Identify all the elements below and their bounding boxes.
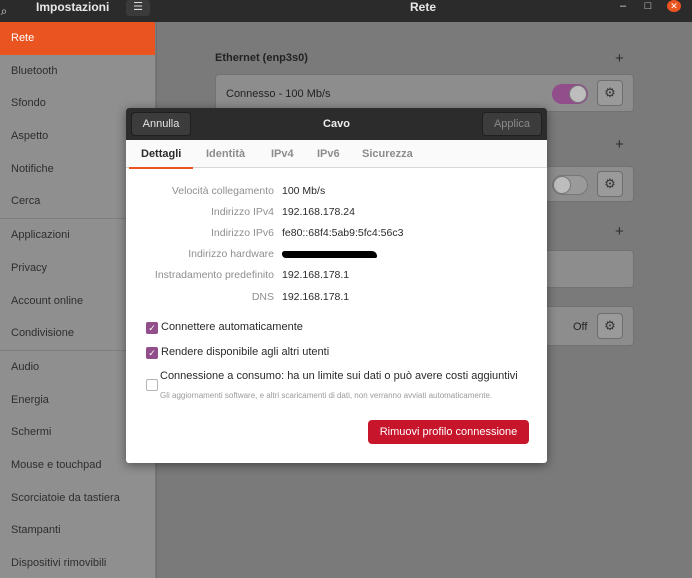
add-ethernet-button[interactable]: + [615,50,624,67]
sidebar-item-label: Condivisione [11,327,74,340]
toggle-knob [553,176,571,194]
sidebar-item-label: Stampanti [11,524,61,537]
detail-row-ipv4: Indirizzo IPv4 192.168.178.24 [126,206,547,220]
metered-label: Connessione a consumo: ha un limite sui … [160,370,518,382]
detail-label: Indirizzo IPv4 [210,206,274,218]
sidebar-item-rete[interactable]: ·Rete [0,22,155,55]
page-title: Rete [410,0,437,14]
detail-label: Indirizzo hardware [188,248,274,260]
close-button[interactable]: ✕ [667,0,681,12]
sidebar-item-label: Aspetto [11,130,49,143]
sidebar-item-label: Rete [11,32,35,44]
sidebar-item-label: Schermi [11,426,52,439]
tab-identita[interactable]: Identità [206,140,245,168]
sidebar-item-label: Notifiche [11,162,54,175]
plus-icon: + [615,136,624,153]
detail-value: 100 Mb/s [282,185,326,197]
detail-value: 192.168.178.24 [282,206,355,218]
sidebar-item-label: Applicazioni [11,229,70,242]
sidebar-item-label: Bluetooth [11,64,58,77]
checkmark-icon: ✓ [148,323,156,333]
sidebar-item-bluetooth[interactable]: ·Bluetooth [0,55,155,88]
detail-value: 192.168.178.1 [282,291,350,303]
detail-row-hardware: Indirizzo hardware [126,248,547,262]
sidebar-item-label: Privacy [11,261,48,274]
minimize-button[interactable]: – [615,0,631,14]
tab-ipv6[interactable]: IPv6 [317,140,340,168]
detail-row-dns: DNS 192.168.178.1 [126,291,547,305]
share-label: Rendere disponibile agli altri utenti [161,346,330,358]
ethernet-settings-button[interactable]: ⚙ [597,80,623,106]
tab-sicurezza[interactable]: Sicurezza [362,140,413,168]
sidebar-title: Impostazioni [36,0,110,14]
sidebar-item-label: Cerca [11,195,41,208]
auto-connect-label: Connettere automaticamente [161,321,303,333]
detail-label: Velocità collegamento [171,185,274,197]
sidebar-item-dispositivi[interactable]: Dispositivi rimovibili [0,547,155,578]
sidebar-item-label: Account online [11,294,84,307]
proxy-status: Off [573,321,588,333]
sidebar-item-label: Dispositivi rimovibili [11,557,107,569]
metered-checkbox[interactable] [146,379,158,391]
menu-button[interactable]: ☰ [126,0,150,16]
gear-icon: ⚙ [604,85,616,100]
maximize-button[interactable]: □ [640,0,656,14]
apply-button[interactable]: Applica [482,112,542,136]
detail-value: 192.168.178.1 [282,269,350,281]
plus-icon: + [615,50,624,67]
share-checkbox[interactable]: ✓ [146,347,158,359]
sidebar-item-scorciatoie[interactable]: ·Scorciatoie da tastiera [0,482,155,515]
tab-ipv4[interactable]: IPv4 [271,140,294,168]
redacted-mark [282,251,377,258]
detail-label: DNS [251,291,274,303]
detail-row-ipv6: Indirizzo IPv6 fe80::68f4:5ab9:5fc4:56c3 [126,227,547,241]
sidebar-item-label: Sfondo [11,97,46,110]
auto-connect-checkbox[interactable]: ✓ [146,322,158,334]
header-bar: ⌕ Impostazioni ☰ Rete – □ ✕ [0,0,692,22]
vpn-toggle[interactable] [552,175,588,195]
tab-dettagli[interactable]: Dettagli [128,140,194,169]
sidebar-item-label: Scorciatoie da tastiera [11,491,120,504]
ethernet-status: Connesso - 100 Mb/s [226,88,331,100]
ethernet-section-title: Ethernet (enp3s0) [215,52,308,64]
cancel-button[interactable]: Annulla [131,112,191,136]
ethernet-connection-card: Connesso - 100 Mb/s ⚙ [215,74,634,112]
maximize-icon: □ [644,0,652,12]
minimize-icon: – [619,0,627,12]
dialog-header: Cavo Annulla Applica [126,108,547,140]
remove-profile-button[interactable]: Rimuovi profilo connessione [368,420,529,444]
vpn-settings-button[interactable]: ⚙ [597,171,623,197]
detail-row-gateway: Instradamento predefinito 192.168.178.1 [126,269,547,283]
hamburger-icon: ☰ [133,1,143,13]
sidebar-item-label: Energia [11,393,49,406]
sidebar-item-label: Audio [11,360,40,373]
metered-description: Gli aggiornamenti software, e altri scar… [160,391,493,400]
detail-label: Indirizzo IPv6 [210,227,274,239]
ethernet-toggle[interactable] [552,84,588,104]
search-icon[interactable]: ⌕ [0,1,14,21]
connection-dialog: Cavo Annulla Applica Dettagli Identità I… [126,108,547,463]
toggle-knob [569,85,587,103]
detail-value: fe80::68f4:5ab9:5fc4:56c3 [282,227,404,239]
add-vpn-button[interactable]: + [615,136,624,153]
close-icon: ✕ [670,1,678,11]
detail-label: Instradamento predefinito [154,269,274,281]
dialog-tabs: Dettagli Identità IPv4 IPv6 Sicurezza [126,140,547,169]
proxy-settings-button[interactable]: ⚙ [597,313,623,339]
gear-icon: ⚙ [604,176,616,191]
sidebar-item-label: Mouse e touchpad [11,458,102,471]
gear-icon: ⚙ [604,318,616,333]
detail-row-speed: Velocità collegamento 100 Mb/s [126,185,547,199]
plus-icon: + [615,223,624,240]
checkmark-icon: ✓ [148,348,156,358]
sidebar-item-stampanti[interactable]: ·Stampanti [0,514,155,547]
add-connection-button[interactable]: + [615,223,624,240]
